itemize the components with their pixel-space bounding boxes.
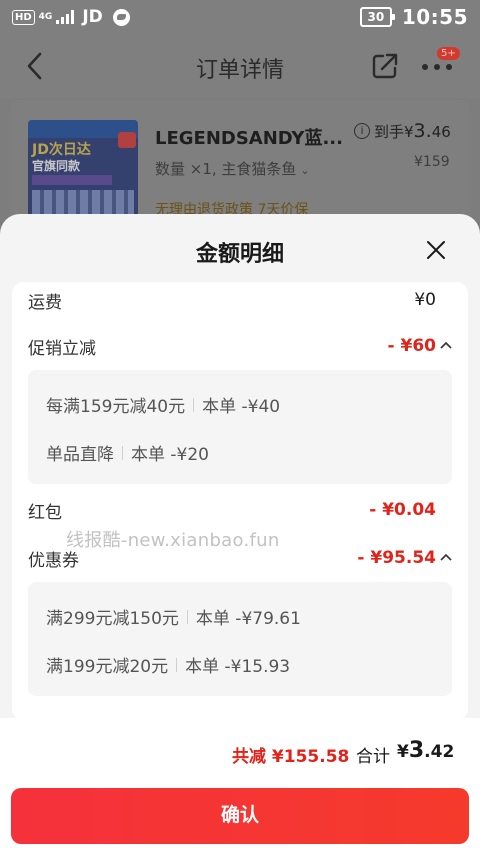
- promotion-detail-row: 单品直降 本单 -¥20: [46, 440, 209, 465]
- coupon-value[interactable]: - ¥95.54: [357, 548, 436, 568]
- confirm-button[interactable]: 确认: [11, 788, 469, 844]
- chevron-up-icon[interactable]: [440, 341, 452, 349]
- original-price: ¥159: [414, 154, 450, 170]
- coupon-detail-row: 满299元减150元 本单 -¥79.61: [46, 604, 301, 629]
- total-discount: 共减 ¥155.58: [232, 747, 350, 767]
- coupon-detail-row: 满199元减20元 本单 -¥15.93: [46, 652, 290, 677]
- promotion-value[interactable]: - ¥60: [388, 336, 436, 356]
- share-icon[interactable]: [370, 51, 400, 81]
- info-icon[interactable]: i: [354, 123, 370, 139]
- coupon-amount: 本单 -¥79.61: [195, 609, 301, 629]
- total-label: 合计: [356, 747, 390, 767]
- final-price-dec: 46: [431, 123, 451, 141]
- thumbnail-badge: [118, 132, 136, 148]
- carrier-label: JD: [82, 7, 103, 27]
- page-title: 订单详情: [195, 58, 284, 83]
- thumbnail-text-2: 官旗同款: [32, 159, 81, 173]
- amount-detail-panel: 运费 ¥0 促销立减 - ¥60 每满159元减40元 本单 -¥40 单品直降本…: [12, 282, 468, 720]
- promotion-rule: 单品直降: [46, 445, 114, 465]
- page-header: 订单详情 5+: [0, 34, 480, 98]
- product-name[interactable]: LEGENDSANDY蓝...: [155, 124, 343, 150]
- bottom-action-area: 确认: [0, 778, 480, 854]
- signal-icon: [56, 10, 75, 24]
- product-card[interactable]: JD次日达 官旗同款 LEGENDSANDY蓝... 数量 ×1, 主食猫条鱼 ⌄…: [10, 100, 470, 230]
- status-left: HD 4G JD: [12, 7, 130, 27]
- thumbnail-tag: [32, 175, 112, 185]
- hd-indicator: HD: [12, 9, 35, 25]
- shipping-value: ¥0: [414, 290, 436, 310]
- product-spec-text: 数量 ×1, 主食猫条鱼: [155, 160, 297, 178]
- total-amount: ¥3.42: [397, 738, 454, 763]
- shipping-label: 运费: [28, 293, 62, 313]
- red-packet-label: 红包: [28, 503, 62, 523]
- final-price-int: 3.: [413, 120, 432, 142]
- divider: [193, 397, 195, 412]
- divider: [186, 609, 188, 624]
- promotion-detail-row: 每满159元减40元 本单 -¥40: [46, 392, 280, 417]
- thumbnail-text-1: JD次日达: [32, 142, 91, 158]
- more-icon[interactable]: [420, 62, 454, 72]
- message-count-badge: 5+: [436, 46, 461, 61]
- chevron-up-icon[interactable]: [440, 553, 452, 561]
- coupon-amount: 本单 -¥15.93: [185, 657, 291, 677]
- battery-icon: 30: [359, 7, 395, 27]
- final-price-label: 到手¥: [374, 123, 414, 141]
- promotion-amount: 本单 -¥20: [131, 445, 209, 465]
- coupon-details: 满299元减150元 本单 -¥79.61 满199元减20元 本单 -¥15.93: [28, 582, 452, 696]
- close-icon[interactable]: [424, 238, 448, 262]
- app-notification-icon: [112, 8, 130, 26]
- watermark: 线报酷-new.xianbao.fun: [66, 530, 280, 551]
- thumbnail-product-grid: [32, 190, 134, 216]
- total-currency: ¥: [397, 742, 409, 762]
- promotion-label[interactable]: 促销立减: [28, 334, 96, 359]
- coupon-rule: 满299元减150元: [46, 609, 179, 629]
- promotion-details: 每满159元减40元 本单 -¥40 单品直降 本单 -¥20: [28, 370, 452, 484]
- coupon-rule: 满199元减20元: [46, 657, 169, 677]
- total-int: 3: [408, 738, 425, 763]
- divider: [122, 445, 123, 460]
- total-dec: .42: [424, 742, 455, 762]
- product-spec[interactable]: 数量 ×1, 主食猫条鱼 ⌄: [155, 158, 310, 179]
- chevron-down-icon: ⌄: [300, 164, 310, 177]
- product-thumbnail[interactable]: JD次日达 官旗同款: [28, 120, 138, 218]
- promotion-amount: 本单 -¥40: [202, 397, 281, 417]
- network-type: 4G: [38, 12, 53, 22]
- promotion-rule: 每满159元减40元: [46, 397, 186, 417]
- status-bar: HD 4G JD 30 10:55: [0, 0, 480, 34]
- status-right: 30 10:55: [359, 5, 468, 29]
- red-packet-value: - ¥0.04: [369, 500, 436, 520]
- divider: [176, 657, 178, 672]
- clock: 10:55: [401, 5, 468, 29]
- final-price: 到手¥3.46: [374, 120, 451, 142]
- sheet-title: 金额明细: [195, 242, 284, 267]
